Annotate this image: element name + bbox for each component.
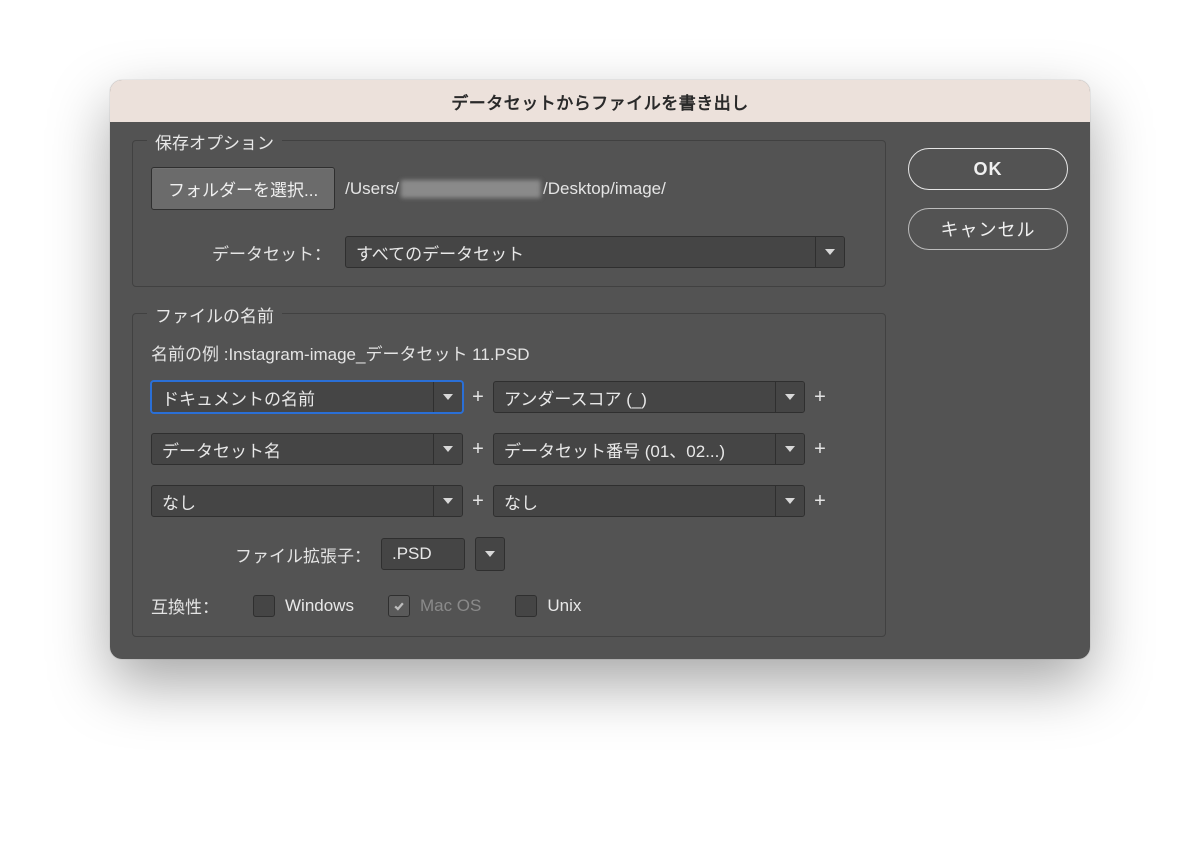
- dataset-select[interactable]: すべてのデータセット: [345, 236, 845, 268]
- plus-icon: +: [813, 438, 827, 461]
- chevron-down-icon[interactable]: [433, 486, 462, 516]
- naming-part-1-right[interactable]: アンダースコア (_): [493, 381, 805, 413]
- file-name-example: 名前の例 :Instagram-image_データセット 11.PSD: [151, 340, 867, 365]
- naming-row-2: データセット名 + データセット番号 (01、02...) +: [151, 433, 867, 465]
- file-naming-group: ファイルの名前 名前の例 :Instagram-image_データセット 11.…: [132, 313, 886, 637]
- chevron-down-icon[interactable]: [815, 237, 844, 267]
- compat-unix-label: Unix: [547, 596, 581, 616]
- example-value: Instagram-image_データセット 11.PSD: [228, 345, 529, 364]
- chevron-down-icon[interactable]: [775, 382, 804, 412]
- naming-part-2-left[interactable]: データセット名: [151, 433, 463, 465]
- naming-part-2-right[interactable]: データセット番号 (01、02...): [493, 433, 805, 465]
- chevron-down-icon[interactable]: [433, 434, 462, 464]
- naming-part-3-left[interactable]: なし: [151, 485, 463, 517]
- ok-button[interactable]: OK: [908, 148, 1068, 190]
- compat-windows-label: Windows: [285, 596, 354, 616]
- file-naming-title: ファイルの名前: [147, 302, 282, 327]
- check-icon: [393, 600, 405, 612]
- naming-part-1-left[interactable]: ドキュメントの名前: [151, 381, 463, 413]
- path-prefix: /Users/: [345, 179, 399, 199]
- dataset-label: データセット：: [151, 240, 331, 265]
- path-redacted-username: [401, 180, 541, 198]
- example-label: 名前の例 :: [151, 345, 228, 364]
- compat-unix-checkbox[interactable]: [515, 595, 537, 617]
- file-extension-row: ファイル拡張子： .PSD: [151, 537, 867, 571]
- compat-unix: Unix: [515, 595, 581, 617]
- naming-row-3: なし + なし +: [151, 485, 867, 517]
- extension-field[interactable]: .PSD: [381, 538, 465, 570]
- plus-icon: +: [471, 490, 485, 513]
- compat-macos-checkbox: [388, 595, 410, 617]
- dialog-content: 保存オプション フォルダーを選択... /Users/ /Desktop/ima…: [110, 122, 1090, 659]
- plus-icon: +: [471, 438, 485, 461]
- chevron-down-icon: [485, 551, 495, 557]
- cancel-button[interactable]: キャンセル: [908, 208, 1068, 250]
- plus-icon: +: [813, 386, 827, 409]
- compatibility-row: 互換性： Windows Mac OS Unix: [151, 593, 867, 618]
- naming-row-1: ドキュメントの名前 + アンダースコア (_) +: [151, 381, 867, 413]
- export-datasets-dialog: データセットからファイルを書き出し 保存オプション フォルダーを選択... /U…: [110, 80, 1090, 659]
- save-options-title: 保存オプション: [147, 129, 282, 154]
- extension-dropdown-button[interactable]: [475, 537, 505, 571]
- compat-macos: Mac OS: [388, 595, 481, 617]
- chevron-down-icon[interactable]: [775, 486, 804, 516]
- dataset-select-value: すべてのデータセット: [346, 240, 815, 265]
- chevron-down-icon[interactable]: [433, 382, 462, 412]
- path-suffix: /Desktop/image/: [543, 179, 666, 199]
- plus-icon: +: [471, 386, 485, 409]
- compat-windows: Windows: [253, 595, 354, 617]
- chevron-down-icon[interactable]: [775, 434, 804, 464]
- folder-path: /Users/ /Desktop/image/: [345, 179, 666, 199]
- naming-part-3-right[interactable]: なし: [493, 485, 805, 517]
- extension-label: ファイル拡張子：: [151, 542, 371, 567]
- compat-macos-label: Mac OS: [420, 596, 481, 616]
- compatibility-label: 互換性：: [151, 593, 219, 618]
- save-options-group: 保存オプション フォルダーを選択... /Users/ /Desktop/ima…: [132, 140, 886, 287]
- select-folder-button[interactable]: フォルダーを選択...: [151, 167, 335, 210]
- compat-windows-checkbox[interactable]: [253, 595, 275, 617]
- dialog-title: データセットからファイルを書き出し: [110, 80, 1090, 122]
- plus-icon: +: [813, 490, 827, 513]
